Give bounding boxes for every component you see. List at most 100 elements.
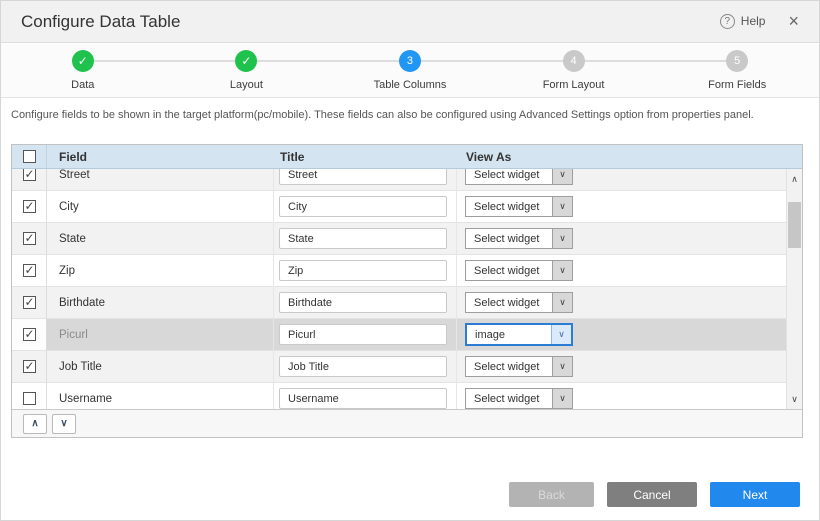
stepper-step[interactable]: ✓ Layout xyxy=(165,44,329,97)
view-as-cell: Select widget ∨ xyxy=(457,383,787,409)
view-as-select[interactable]: Select widget ∨ xyxy=(465,388,573,409)
title-input[interactable] xyxy=(279,260,447,281)
title-cell xyxy=(274,169,457,190)
stepper-step[interactable]: 4 Form Layout xyxy=(492,44,656,97)
move-up-button[interactable]: ∧ xyxy=(23,414,47,434)
stepper-step[interactable]: 3 Table Columns xyxy=(328,44,492,97)
row-checkbox-cell xyxy=(12,223,47,254)
row-checkbox-cell xyxy=(12,287,47,318)
row-checkbox[interactable] xyxy=(23,232,36,245)
row-checkbox[interactable] xyxy=(23,360,36,373)
row-checkbox[interactable] xyxy=(23,200,36,213)
fields-table: Field Title View As Street xyxy=(11,144,803,438)
table-footer: ∧ ∨ xyxy=(12,409,802,437)
title-input[interactable] xyxy=(279,228,447,249)
view-as-select[interactable]: Select widget ∨ xyxy=(465,356,573,377)
row-checkbox[interactable] xyxy=(23,264,36,277)
row-checkbox-cell xyxy=(12,383,47,409)
chevron-down-icon[interactable]: ∨ xyxy=(552,229,572,248)
next-button[interactable]: Next xyxy=(710,482,800,507)
table-row[interactable]: Street Select widget ∨ xyxy=(12,169,787,191)
chevron-down-icon[interactable]: ∨ xyxy=(552,261,572,280)
title-input[interactable] xyxy=(279,196,447,217)
table-header-row: Field Title View As xyxy=(12,145,802,169)
wizard-stepper: ✓ Data ✓ Layout 3 Table Columns 4 Form L… xyxy=(1,44,819,98)
step-circle-icon: 3 xyxy=(399,50,421,72)
header-field: Field xyxy=(47,150,274,164)
title-bar: Configure Data Table ? Help × xyxy=(1,1,819,43)
scrollbar-thumb[interactable] xyxy=(788,202,801,248)
table-row[interactable]: Username Select widget ∨ xyxy=(12,383,787,409)
view-as-select[interactable]: Select widget ∨ xyxy=(465,196,573,217)
chevron-down-icon[interactable]: ∨ xyxy=(552,357,572,376)
view-as-select[interactable]: Select widget ∨ xyxy=(465,228,573,249)
view-as-select[interactable]: image ∨ xyxy=(465,323,573,346)
description-text: Configure fields to be shown in the targ… xyxy=(11,109,809,121)
table-row[interactable]: Zip Select widget ∨ xyxy=(12,255,787,287)
table-row[interactable]: Job Title Select widget ∨ xyxy=(12,351,787,383)
table-row[interactable]: Birthdate Select widget ∨ xyxy=(12,287,787,319)
field-name: Birthdate xyxy=(47,287,274,318)
title-cell xyxy=(274,383,457,409)
header-view-as: View As xyxy=(457,150,802,164)
view-as-value: Select widget xyxy=(466,265,552,277)
chevron-down-icon[interactable]: ∨ xyxy=(551,325,571,344)
field-name: State xyxy=(47,223,274,254)
view-as-select[interactable]: Select widget ∨ xyxy=(465,260,573,281)
title-input[interactable] xyxy=(279,169,447,185)
stepper-step[interactable]: ✓ Data xyxy=(1,44,165,97)
row-checkbox[interactable] xyxy=(23,169,36,181)
back-button[interactable]: Back xyxy=(509,482,594,507)
step-label: Form Layout xyxy=(543,79,605,91)
title-input[interactable] xyxy=(279,324,447,345)
chevron-down-icon[interactable]: ∨ xyxy=(552,169,572,184)
step-label: Layout xyxy=(230,79,263,91)
chevron-down-icon[interactable]: ∨ xyxy=(552,293,572,312)
row-checkbox[interactable] xyxy=(23,328,36,341)
help-button[interactable]: ? Help xyxy=(720,14,766,29)
view-as-cell: image ∨ xyxy=(457,319,787,350)
row-checkbox[interactable] xyxy=(23,392,36,405)
chevron-down-icon[interactable]: ∨ xyxy=(552,389,572,408)
field-name: Street xyxy=(47,169,274,190)
dialog-footer: Back Cancel Next xyxy=(509,482,800,507)
chevron-down-icon[interactable]: ∨ xyxy=(552,197,572,216)
view-as-select[interactable]: Select widget ∨ xyxy=(465,169,573,185)
stepper-steps: ✓ Data ✓ Layout 3 Table Columns 4 Form L… xyxy=(1,44,819,97)
dialog-title: Configure Data Table xyxy=(21,12,180,32)
step-circle-icon: ✓ xyxy=(72,50,94,72)
title-cell xyxy=(274,255,457,286)
title-input[interactable] xyxy=(279,292,447,313)
step-label: Form Fields xyxy=(708,79,766,91)
scroll-down-icon[interactable]: ∨ xyxy=(787,391,802,407)
field-name: Job Title xyxy=(47,351,274,382)
step-label: Table Columns xyxy=(374,79,447,91)
title-cell xyxy=(274,191,457,222)
view-as-value: Select widget xyxy=(466,393,552,405)
select-all-checkbox[interactable] xyxy=(23,150,36,163)
row-checkbox-cell xyxy=(12,169,47,190)
move-down-button[interactable]: ∨ xyxy=(52,414,76,434)
row-checkbox[interactable] xyxy=(23,296,36,309)
step-circle-icon: 5 xyxy=(726,50,748,72)
scroll-up-icon[interactable]: ∧ xyxy=(787,171,802,187)
view-as-value: Select widget xyxy=(466,297,552,309)
vertical-scrollbar[interactable]: ∧ ∨ xyxy=(786,169,802,409)
cancel-button[interactable]: Cancel xyxy=(607,482,697,507)
header-title: Title xyxy=(274,150,457,164)
titlebar-controls: ? Help × xyxy=(720,13,799,29)
stepper-step[interactable]: 5 Form Fields xyxy=(655,44,819,97)
view-as-cell: Select widget ∨ xyxy=(457,255,787,286)
view-as-select[interactable]: Select widget ∨ xyxy=(465,292,573,313)
view-as-value: Select widget xyxy=(466,201,552,213)
title-input[interactable] xyxy=(279,388,447,409)
help-icon: ? xyxy=(720,14,735,29)
table-row[interactable]: City Select widget ∨ xyxy=(12,191,787,223)
table-row[interactable]: Picurl image ∨ xyxy=(12,319,787,351)
configure-data-table-dialog: Configure Data Table ? Help × ✓ Data ✓ L… xyxy=(0,0,820,521)
close-icon[interactable]: × xyxy=(788,13,799,29)
view-as-cell: Select widget ∨ xyxy=(457,287,787,318)
table-row[interactable]: State Select widget ∨ xyxy=(12,223,787,255)
title-input[interactable] xyxy=(279,356,447,377)
row-checkbox-cell xyxy=(12,319,47,350)
